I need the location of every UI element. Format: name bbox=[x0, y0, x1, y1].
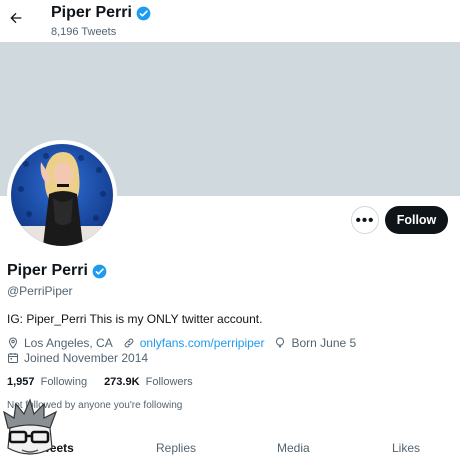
link-icon bbox=[124, 338, 134, 348]
joined-item: Joined November 2014 bbox=[7, 351, 148, 365]
avatar-image bbox=[11, 144, 113, 246]
avatar-photo bbox=[11, 144, 113, 246]
birthday-text: Born June 5 bbox=[291, 336, 357, 350]
more-options-button[interactable]: ••• bbox=[351, 206, 379, 234]
tab-media[interactable]: Media bbox=[277, 441, 310, 455]
following-label: Following bbox=[40, 376, 88, 388]
avatar[interactable] bbox=[7, 140, 117, 250]
location-text: Los Angeles, CA bbox=[24, 336, 113, 350]
tab-likes[interactable]: Likes bbox=[392, 441, 420, 455]
verified-badge-icon bbox=[136, 6, 151, 20]
tweet-count: 8,196 Tweets bbox=[51, 26, 117, 38]
location-pin-icon bbox=[8, 337, 18, 349]
birthday-item: Born June 5 bbox=[274, 336, 356, 350]
display-name: Piper Perri bbox=[7, 262, 107, 280]
website-item[interactable]: onlyfans.com/perripiper bbox=[123, 336, 265, 350]
profile-meta-row: Los Angeles, CA onlyfans.com/perripiper … bbox=[7, 336, 366, 350]
calendar-icon bbox=[8, 353, 18, 363]
verified-badge-icon bbox=[92, 264, 107, 278]
balloon-icon bbox=[276, 337, 285, 348]
location-item: Los Angeles, CA bbox=[7, 336, 113, 350]
following-count: 1,957 bbox=[7, 376, 35, 388]
followers-count: 273.9K bbox=[104, 376, 140, 388]
arrow-left-icon[interactable] bbox=[8, 10, 24, 26]
followers-label: Followers bbox=[145, 376, 193, 388]
header-title-text: Piper Perri bbox=[51, 4, 132, 21]
top-bar: Piper Perri 8,196 Tweets bbox=[0, 0, 460, 42]
followers-link[interactable]: 273.9K Followers bbox=[104, 376, 193, 388]
website-link[interactable]: onlyfans.com/perripiper bbox=[140, 336, 265, 350]
user-handle: @PerriPiper bbox=[7, 284, 73, 298]
header-title: Piper Perri bbox=[51, 4, 151, 22]
display-name-text: Piper Perri bbox=[7, 262, 88, 279]
follow-button[interactable]: Follow bbox=[385, 206, 448, 234]
profile-bio: IG: Piper_Perri This is my ONLY twitter … bbox=[7, 312, 263, 326]
tab-replies[interactable]: Replies bbox=[156, 441, 196, 455]
joined-text: Joined November 2014 bbox=[24, 351, 149, 365]
profile-tabs: Tweets Replies Media Likes bbox=[0, 432, 460, 460]
mascot-overlay-icon bbox=[3, 398, 58, 455]
follow-counts: 1,957 Following 273.9K Followers bbox=[7, 376, 210, 388]
following-link[interactable]: 1,957 Following bbox=[7, 376, 87, 388]
profile-meta-row-joined: Joined November 2014 bbox=[7, 351, 158, 365]
